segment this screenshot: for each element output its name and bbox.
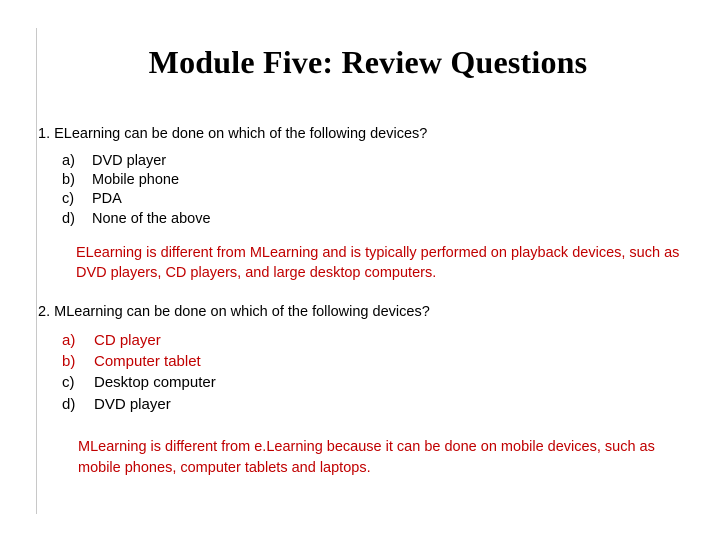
list-item[interactable]: b) Mobile phone xyxy=(62,171,698,190)
choice-marker: b) xyxy=(62,353,76,371)
choice-marker: a) xyxy=(62,331,76,349)
page-title: Module Five: Review Questions xyxy=(148,44,588,80)
list-item[interactable]: c) Desktop computer xyxy=(62,372,698,393)
list-item[interactable]: c) PDA xyxy=(62,190,698,209)
choice-label: PDA xyxy=(92,191,122,208)
question-1-text: 1. ELearning can be done on which of the… xyxy=(38,126,428,142)
choice-label: Desktop computer xyxy=(94,374,216,392)
slide: Module Five: Review Questions 1. ELearni… xyxy=(0,0,720,540)
question-1-choices: a) DVD player b) Mobile phone c) PDA d) … xyxy=(62,152,698,229)
slide-content: 1. ELearning can be done on which of the… xyxy=(38,124,698,478)
list-item[interactable]: b) Computer tablet xyxy=(62,351,698,372)
list-item[interactable]: d) DVD player xyxy=(62,394,698,415)
choice-marker: d) xyxy=(62,210,75,227)
list-item[interactable]: d) None of the above xyxy=(62,210,698,229)
choice-label: None of the above xyxy=(92,210,211,227)
choice-marker: c) xyxy=(62,191,75,208)
choice-marker: a) xyxy=(62,152,75,169)
question-1-answer: ELearning is different from MLearning an… xyxy=(76,244,680,282)
choice-label: CD player xyxy=(94,331,161,349)
left-vertical-rule xyxy=(36,28,37,514)
list-item[interactable]: a) DVD player xyxy=(62,152,698,171)
choice-label: DVD player xyxy=(94,395,171,413)
choice-label: Computer tablet xyxy=(94,353,201,371)
list-item[interactable]: a) CD player xyxy=(62,330,698,351)
choice-marker: c) xyxy=(62,374,75,392)
choice-marker: b) xyxy=(62,172,75,189)
question-2-answer: MLearning is different from e.Learning b… xyxy=(78,438,655,476)
choice-label: Mobile phone xyxy=(92,172,180,189)
choice-label: DVD player xyxy=(92,152,167,169)
question-2-choices: a) CD player b) Computer tablet c) Deskt… xyxy=(62,330,698,415)
question-2-text: 2. MLearning can be done on which of the… xyxy=(38,304,430,321)
choice-marker: d) xyxy=(62,395,76,413)
